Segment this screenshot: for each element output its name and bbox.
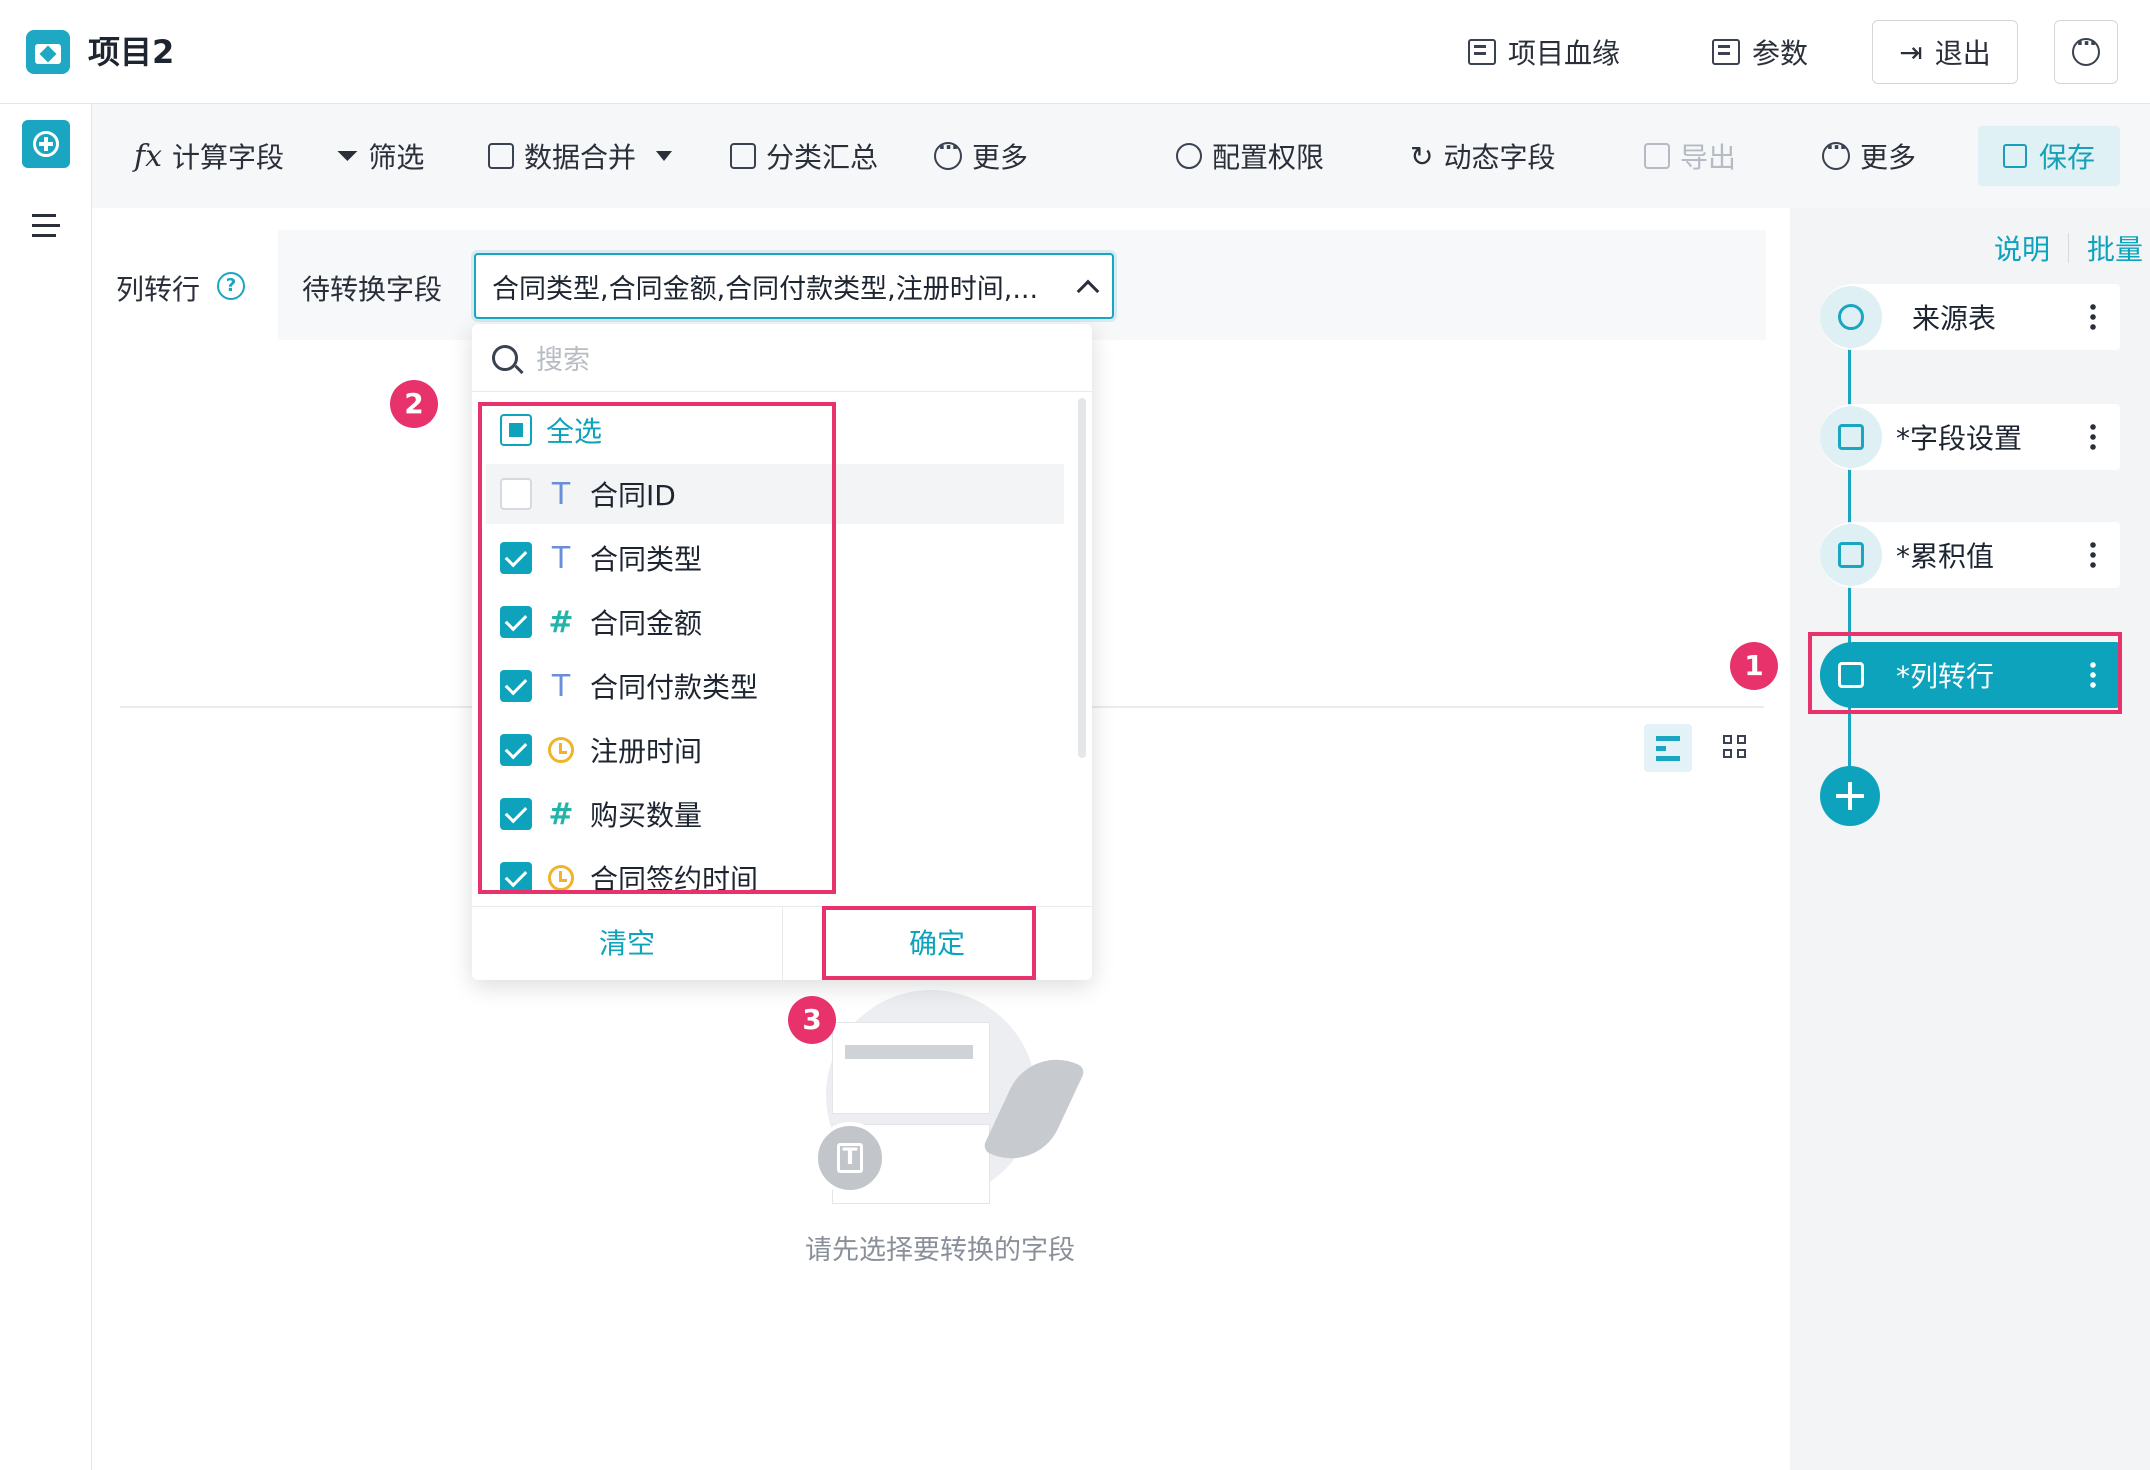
calc-field-button[interactable]: fx 计算字段 (134, 136, 284, 176)
caret-down-icon (656, 151, 673, 161)
explain-link[interactable]: 说明 (1994, 228, 2050, 268)
link-separator (2068, 233, 2070, 263)
step-label: *累积值 (1896, 540, 1995, 573)
list-view-button[interactable] (1644, 724, 1692, 772)
fields-select[interactable]: 合同类型,合同金额,合同付款类型,注册时间,... (474, 253, 1114, 319)
rail-add-button[interactable] (22, 120, 70, 168)
header-more-button[interactable] (2054, 20, 2118, 84)
save-button[interactable]: 保存 (1978, 126, 2120, 186)
params-button[interactable]: 参数 (1712, 20, 1808, 84)
pipeline-links: 说明 批量 (1994, 228, 2143, 268)
top-header (0, 0, 2150, 104)
search-icon (492, 344, 518, 371)
dynamic-field-button[interactable]: ↻ 动态字段 (1410, 136, 1555, 176)
params-icon (1712, 39, 1740, 65)
filter-button[interactable]: ⏷ 筛选 (336, 136, 424, 176)
pipeline-step-field-settings[interactable]: *字段设置 (1820, 404, 2120, 470)
dropdown-scrollbar[interactable] (1078, 398, 1086, 758)
logout-icon: ⇥ (1899, 35, 1923, 69)
export-icon (1644, 143, 1670, 169)
calc-field-label: 计算字段 (172, 141, 285, 174)
app-logo-icon (26, 30, 70, 74)
batch-link[interactable]: 批量 (2087, 228, 2143, 268)
help-icon[interactable]: ? (217, 272, 245, 300)
field-settings-icon (1820, 406, 1882, 468)
fx-icon: fx (134, 138, 163, 174)
dropdown-search-input[interactable]: 搜索 (472, 324, 1092, 392)
chevron-up-icon (1076, 279, 1100, 303)
badge-2: 2 (390, 380, 438, 428)
badge-1: 1 (1730, 642, 1778, 690)
crosshair-icon (1820, 286, 1882, 348)
highlight-field-list (478, 402, 836, 894)
exit-label: 退出 (1934, 37, 1991, 70)
params-label: 参数 (1752, 37, 1809, 70)
more-right-label: 更多 (1860, 141, 1917, 174)
highlight-confirm (822, 906, 1036, 980)
hierarchy-icon (730, 143, 756, 169)
dynamic-field-label: 动态字段 (1443, 141, 1556, 174)
save-label: 保存 (2038, 141, 2095, 174)
more-circle-icon (934, 135, 962, 170)
section-label: 列转行 (116, 273, 201, 306)
more-left-button[interactable]: 更多 (934, 135, 1029, 176)
project-title: 项目2 (88, 33, 175, 71)
plus-circle-icon (33, 131, 59, 157)
more-right-button[interactable]: 更多 (1822, 135, 1917, 176)
filter-label: 筛选 (368, 141, 425, 174)
filter-icon: ⏷ (336, 139, 359, 172)
group-summary-button[interactable]: 分类汇总 (730, 136, 878, 176)
clear-button[interactable]: 清空 (472, 907, 782, 981)
badge-3: 3 (788, 996, 836, 1044)
export-label: 导出 (1680, 141, 1737, 174)
outline-toggle-icon[interactable] (32, 214, 60, 238)
project-lineage-label: 项目血缘 (1508, 37, 1621, 70)
kebab-menu-icon[interactable] (2090, 422, 2096, 452)
pipeline-step-source[interactable]: 来源表 (1820, 284, 2120, 350)
shield-icon (1176, 143, 1202, 169)
data-merge-label: 数据合并 (524, 141, 637, 174)
grid-view-button[interactable] (1712, 724, 1760, 772)
search-placeholder: 搜索 (536, 345, 590, 376)
permissions-label: 配置权限 (1212, 141, 1325, 174)
kebab-menu-icon[interactable] (2090, 302, 2096, 332)
project-lineage-button[interactable]: 项目血缘 (1468, 20, 1620, 84)
step-label: 来源表 (1912, 302, 1997, 335)
field-label: 待转换字段 (302, 273, 443, 306)
refresh-icon: ↻ (1410, 139, 1434, 173)
add-step-button[interactable] (1820, 766, 1880, 826)
empty-state-message: 请先选择要转换的字段 (805, 1235, 1075, 1266)
group-summary-label: 分类汇总 (766, 141, 879, 174)
exit-button[interactable]: ⇥ 退出 (1872, 20, 2018, 84)
left-rail (0, 104, 92, 1470)
fields-select-value: 合同类型,合同金额,合同付款类型,注册时间,... (492, 273, 1039, 305)
text-field-icon: T (814, 1122, 886, 1194)
highlight-step (1808, 632, 2122, 714)
pipeline-panel (1790, 208, 2150, 1470)
more-circle-icon (2072, 31, 2100, 66)
save-icon (2002, 144, 2027, 168)
export-button[interactable]: 导出 (1644, 136, 1736, 176)
kebab-menu-icon[interactable] (2090, 540, 2096, 570)
lineage-icon (1468, 39, 1496, 65)
empty-illustration-card (832, 1022, 990, 1114)
more-circle-icon (1822, 135, 1850, 170)
pipeline-step-cumulative[interactable]: *累积值 (1820, 522, 2120, 588)
merge-icon (488, 143, 514, 169)
permissions-button[interactable]: 配置权限 (1176, 136, 1324, 176)
cumulative-icon (1820, 524, 1882, 586)
data-merge-button[interactable]: 数据合并 (488, 136, 673, 176)
more-left-label: 更多 (972, 141, 1029, 174)
step-label: *字段设置 (1896, 422, 2023, 455)
